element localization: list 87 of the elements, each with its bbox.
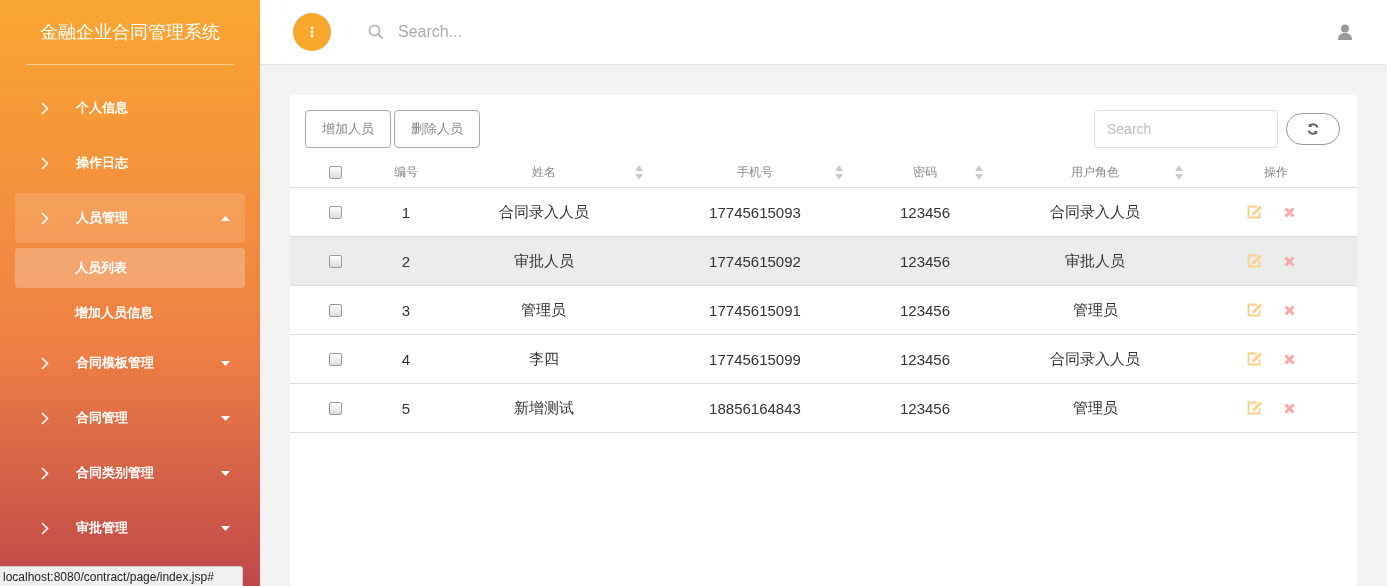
table-cell: 4 [401,350,411,368]
table-cell: 2 [401,252,411,270]
caret-icon [221,415,230,421]
row-checkbox[interactable] [328,205,342,219]
table-search-field[interactable]: Search [1094,110,1278,148]
caret-icon [221,215,230,221]
edit-icon[interactable] [1247,303,1263,317]
row-checkbox[interactable] [328,303,342,317]
caret-icon [221,360,230,366]
select-all-checkbox[interactable] [328,166,342,179]
column-header: 操作 [1264,164,1288,181]
chevron-icon [41,211,49,225]
caret-icon [221,525,230,531]
refresh-button[interactable] [1286,113,1340,145]
column-header[interactable]: 密码 [913,164,937,181]
refresh-icon [1307,123,1319,135]
sidebar-item[interactable]: 操作日志 [15,138,245,188]
sort-icon[interactable] [635,165,643,180]
table-cell: 17745615099 [709,350,801,368]
delete-icon[interactable] [1284,402,1295,414]
table-cell: 管理员 [1072,300,1118,320]
row-checkbox[interactable] [328,352,342,366]
menu-icon [310,26,314,38]
table-cell: 123456 [899,301,951,319]
table-cell: 17745615092 [709,252,801,270]
table-cell: 李四 [528,349,559,369]
status-url: localhost:8080/contract/page/index.jsp# [0,566,243,586]
table-cell: 管理员 [521,300,566,320]
delete-icon[interactable] [1284,206,1295,218]
edit-icon[interactable] [1247,401,1263,415]
column-header: 编号 [394,164,418,181]
table-cell: 17745615091 [709,301,801,319]
toolbar-button[interactable]: 删除人员 [394,110,480,148]
sidebar-item[interactable]: 个人信息 [15,83,245,133]
table-row[interactable]: 2 审批人员 17745615092 123456 审批人员 [290,237,1357,286]
search-icon [368,24,384,40]
sidebar-item[interactable]: 合同类别管理 [15,448,245,498]
table-cell: 合同录入人员 [1050,202,1140,222]
delete-icon[interactable] [1284,353,1295,365]
edit-icon[interactable] [1247,205,1263,219]
delete-icon[interactable] [1284,255,1295,267]
row-checkbox[interactable] [328,254,342,268]
sidebar-subitem[interactable]: 人员列表 [15,248,245,288]
sidebar-subitem[interactable]: 增加人员信息 [15,293,245,333]
table-cell: 123456 [899,203,951,221]
sort-icon[interactable] [1175,165,1183,180]
table-cell: 123456 [899,252,951,270]
chevron-icon [41,156,49,170]
table-cell: 5 [401,399,411,417]
caret-icon [221,470,230,476]
sidebar-item[interactable]: 合同模板管理 [15,338,245,388]
chevron-icon [41,356,49,370]
table-cell: 18856164843 [709,399,801,417]
chevron-icon [41,411,49,425]
table-cell: 新增测试 [513,398,574,418]
table-cell: 审批人员 [1065,251,1125,271]
toolbar-button[interactable]: 增加人员 [305,110,391,148]
table-cell: 管理员 [1072,398,1118,418]
column-header[interactable]: 用户角色 [1071,164,1119,181]
sidebar-item[interactable]: 人员管理 [15,193,245,243]
chevron-icon [41,101,49,115]
sidebar-item[interactable]: 合同管理 [15,393,245,443]
delete-icon[interactable] [1284,304,1295,316]
edit-icon[interactable] [1247,352,1263,366]
table-cell: 123456 [899,350,951,368]
table-cell: 审批人员 [513,251,574,271]
edit-icon[interactable] [1247,254,1263,268]
sort-icon[interactable] [835,165,843,180]
app-title: 金融企业合同管理系统 [39,21,221,44]
chevron-icon [41,466,49,480]
sidebar-item[interactable]: 审批管理 [15,503,245,553]
table-cell: 合同录入人员 [1050,349,1140,369]
sort-icon[interactable] [975,165,983,180]
table-cell: 3 [401,301,411,319]
table-cell: 1 [401,203,411,221]
table-row[interactable]: 4 李四 17745615099 123456 合同录入人员 [290,335,1357,384]
column-header[interactable]: 手机号 [737,164,773,181]
table-cell: 17745615093 [709,203,801,221]
menu-button[interactable] [293,13,331,51]
column-header[interactable]: 姓名 [531,164,556,181]
user-icon[interactable] [1338,24,1352,40]
table-row[interactable]: 5 新增测试 18856164843 123456 管理员 [290,384,1357,433]
chevron-icon [41,521,49,535]
table-row[interactable]: 3 管理员 17745615091 123456 管理员 [290,286,1357,335]
table-cell: 合同录入人员 [498,202,589,222]
table-cell: 123456 [899,399,951,417]
row-checkbox[interactable] [328,401,342,415]
